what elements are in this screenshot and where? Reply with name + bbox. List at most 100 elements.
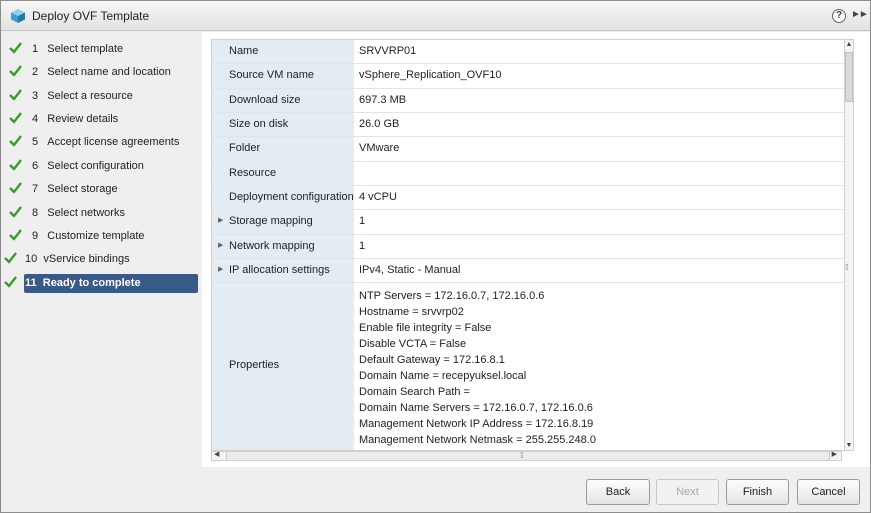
check-icon [9,159,22,171]
check-icon [9,89,22,101]
check-icon [9,206,22,218]
row-deployment-configuration: Deployment configuration 4 vCPU [212,186,844,210]
step-accept-license-agreements[interactable]: 5 Accept license agreements [1,133,201,152]
finish-button[interactable]: Finish [726,479,789,505]
help-icon[interactable]: ? [832,9,846,23]
step-label: 5 Accept license agreements [32,136,180,148]
step-label: 4 Review details [32,113,119,125]
row-label: Size on disk [229,118,289,130]
row-label: Network mapping [229,240,315,252]
check-icon [9,135,22,147]
deploy-ovf-dialog: Deploy OVF Template ? ►► 1 Select templa… [0,0,871,513]
check-icon [9,112,22,124]
check-icon [9,42,22,54]
step-select-configuration[interactable]: 6 Select configuration [1,157,201,176]
expand-triangle-icon[interactable]: ▶ [218,216,223,224]
summary-panel: Name SRVVRP01 Source VM name vSphere_Rep… [202,32,870,467]
column-resize-grip-icon[interactable]: ⁞⁞ [845,263,849,272]
step-label: 2 Select name and location [32,66,171,78]
property-line: Domain Name = recepyuksel.local [359,370,527,382]
check-icon [9,182,22,194]
row-label: Resource [229,167,277,179]
expand-triangle-icon[interactable]: ▶ [218,241,223,249]
dialog-title: Deploy OVF Template [32,9,150,23]
step-select-name-and-location[interactable]: 2 Select name and location [1,63,201,82]
step-ready-to-complete[interactable]: 11 Ready to complete [1,274,201,293]
scroll-thumb[interactable] [226,452,830,460]
step-label: 9 Customize template [32,230,145,242]
row-label: Name [229,45,259,57]
properties-list: NTP Servers = 172.16.0.7, 172.16.0.6 Hos… [359,288,596,448]
row-label: Deployment configuration [229,191,354,203]
scroll-left-icon[interactable]: ◀ [214,450,219,458]
row-label: Properties [229,359,280,371]
row-source-vm-name: Source VM name vSphere_Replication_OVF10 [212,64,844,89]
check-icon [4,252,17,264]
step-label: 6 Select configuration [32,160,144,172]
step-label: 10 vService bindings [25,253,130,265]
step-review-details[interactable]: 4 Review details [1,110,201,129]
step-label: 3 Select a resource [32,90,133,102]
property-line: Management Network IP Address = 172.16.8… [359,418,594,430]
step-select-a-resource[interactable]: 3 Select a resource [1,87,201,106]
row-value: IPv4, Static - Manual [359,264,461,276]
step-label: 11 Ready to complete [24,274,198,293]
summary-grid: Name SRVVRP01 Source VM name vSphere_Rep… [211,39,844,451]
property-line: Domain Search Path = [359,386,470,398]
property-line: Hostname = srvvrp02 [359,306,464,318]
expand-panel-icon[interactable]: ►► [851,9,869,20]
property-line: Disable VCTA = False [359,338,467,350]
row-ip-allocation-settings[interactable]: ▶ IP allocation settings IPv4, Static - … [212,259,844,283]
row-value: VMware [359,142,400,154]
horizontal-scrollbar[interactable]: ◀ ⁞⁞ ▶ [211,451,842,461]
step-select-template[interactable]: 1 Select template [1,40,201,59]
row-size-on-disk: Size on disk 26.0 GB [212,113,844,137]
cancel-button[interactable]: Cancel [797,479,860,505]
step-customize-template[interactable]: 9 Customize template [1,227,201,246]
row-value: 1 [359,240,366,252]
row-value: 1 [359,215,366,227]
step-label: 1 Select template [32,43,124,55]
check-icon [4,276,17,288]
row-label: Storage mapping [229,215,313,227]
step-label: 8 Select networks [32,207,125,219]
step-select-networks[interactable]: 8 Select networks [1,204,201,223]
row-download-size: Download size 697.3 MB [212,89,844,113]
scroll-down-icon[interactable]: ▼ [845,442,853,449]
step-select-storage[interactable]: 7 Select storage [1,180,201,199]
wizard-steps-nav: 1 Select template 2 Select name and loca… [1,32,202,467]
scroll-thumb[interactable] [845,52,853,102]
step-label: 7 Select storage [32,183,118,195]
row-value: 26.0 GB [359,118,400,130]
row-properties: Properties NTP Servers = 172.16.0.7, 172… [212,283,844,450]
vertical-scrollbar[interactable]: ▲ ▼ [844,39,854,451]
property-line: Domain Name Servers = 172.16.0.7, 172.16… [359,402,593,414]
row-storage-mapping[interactable]: ▶ Storage mapping 1 [212,210,844,235]
row-folder: Folder VMware [212,137,844,162]
row-value: vSphere_Replication_OVF10 [359,69,502,81]
step-vservice-bindings[interactable]: 10 vService bindings [1,250,201,269]
row-network-mapping[interactable]: ▶ Network mapping 1 [212,235,844,259]
scroll-grip-icon: ⁞⁞ [520,451,524,460]
row-resource: Resource [212,162,844,186]
expand-triangle-icon[interactable]: ▶ [218,265,223,273]
back-button[interactable]: Back [586,479,650,505]
property-line: Default Gateway = 172.16.8.1 [359,354,505,366]
row-name: Name SRVVRP01 [212,40,844,64]
row-value: SRVVRP01 [359,45,417,57]
check-icon [9,65,22,77]
row-value: 697.3 MB [359,94,407,106]
row-value: 4 vCPU [359,191,397,203]
scroll-up-icon[interactable]: ▲ [845,41,853,48]
row-label: Folder [229,142,261,154]
row-label: IP allocation settings [229,264,330,276]
property-line: NTP Servers = 172.16.0.7, 172.16.0.6 [359,290,545,302]
scroll-right-icon[interactable]: ▶ [832,450,837,458]
property-line: Enable file integrity = False [359,322,492,334]
title-bar: Deploy OVF Template ? ►► [1,1,870,31]
row-label: Source VM name [229,69,314,81]
row-label: Download size [229,94,301,106]
next-button[interactable]: Next [656,479,719,505]
check-icon [9,229,22,241]
ovf-package-icon [11,9,25,23]
